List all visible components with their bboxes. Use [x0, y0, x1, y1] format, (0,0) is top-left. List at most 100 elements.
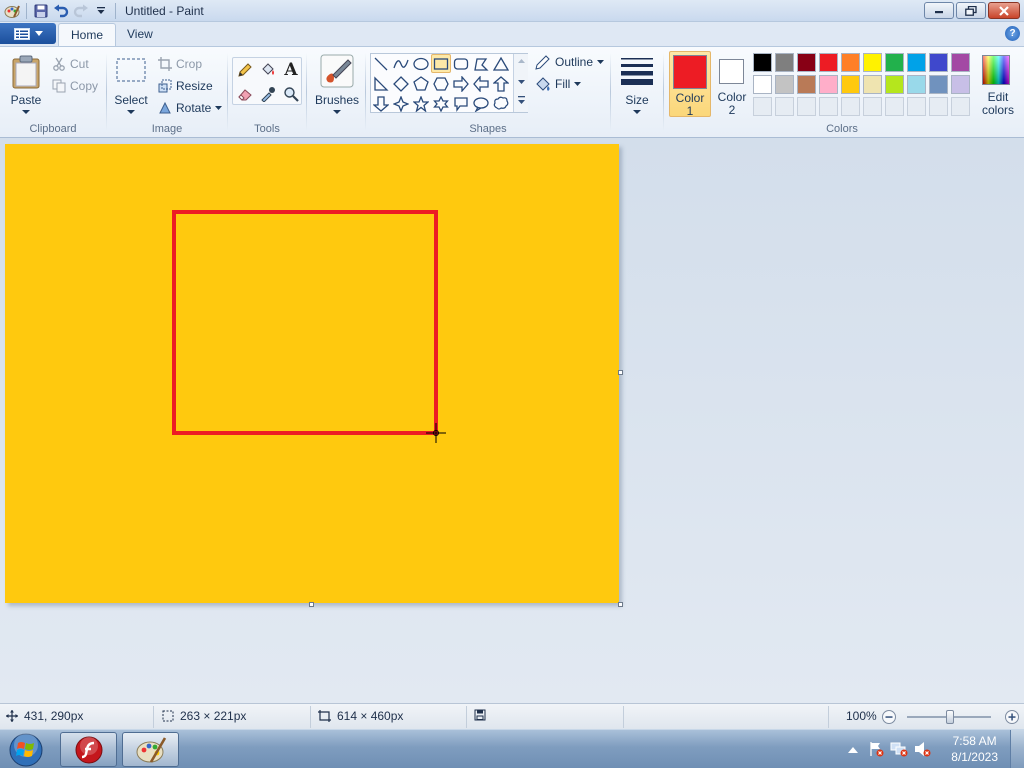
show-hidden-icons-button[interactable]: [848, 743, 858, 757]
clock[interactable]: 7:58 AM 8/1/2023: [951, 733, 998, 765]
volume-icon[interactable]: [914, 741, 932, 760]
taskbar-flash-app[interactable]: [60, 732, 117, 767]
start-button[interactable]: [3, 731, 49, 768]
triangle-shape-icon[interactable]: [491, 54, 511, 73]
left-arrow-shape-icon[interactable]: [471, 74, 491, 93]
color-picker-icon[interactable]: [258, 84, 278, 104]
close-button[interactable]: [988, 2, 1020, 19]
palette-swatch[interactable]: [929, 53, 948, 72]
five-point-star-shape-icon[interactable]: [411, 94, 431, 113]
rounded-callout-shape-icon[interactable]: [451, 94, 471, 113]
up-arrow-shape-icon[interactable]: [491, 74, 511, 93]
curve-shape-icon[interactable]: [391, 54, 411, 73]
palette-swatch[interactable]: [951, 75, 970, 94]
zoom-in-button[interactable]: [1004, 709, 1020, 725]
customize-qat-icon[interactable]: [91, 1, 111, 21]
palette-empty-swatch[interactable]: [841, 97, 860, 116]
zoom-out-button[interactable]: [881, 709, 897, 725]
polygon-shape-icon[interactable]: [471, 54, 491, 73]
pencil-icon[interactable]: [235, 60, 255, 80]
palette-swatch[interactable]: [753, 53, 772, 72]
fill-dropdown[interactable]: Fill: [535, 76, 582, 92]
cloud-callout-shape-icon[interactable]: [491, 94, 511, 113]
rounded-rectangle-shape-icon[interactable]: [451, 54, 471, 73]
fill-bucket-icon[interactable]: [258, 60, 278, 80]
palette-swatch[interactable]: [841, 53, 860, 72]
show-desktop-button[interactable]: [1010, 730, 1024, 768]
drawing-canvas[interactable]: [5, 144, 619, 603]
oval-shape-icon[interactable]: [411, 54, 431, 73]
palette-swatch[interactable]: [797, 75, 816, 94]
line-shape-icon[interactable]: [371, 54, 391, 73]
oval-callout-shape-icon[interactable]: [471, 94, 491, 113]
palette-swatch[interactable]: [797, 53, 816, 72]
hexagon-shape-icon[interactable]: [431, 74, 451, 93]
right-arrow-shape-icon[interactable]: [451, 74, 471, 93]
cut-button[interactable]: Cut: [52, 57, 89, 71]
palette-empty-swatch[interactable]: [929, 97, 948, 116]
palette-swatch[interactable]: [929, 75, 948, 94]
down-arrow-shape-icon[interactable]: [371, 94, 391, 113]
palette-empty-swatch[interactable]: [907, 97, 926, 116]
resize-handle-corner[interactable]: [618, 602, 623, 607]
palette-swatch[interactable]: [885, 53, 904, 72]
resize-button[interactable]: Resize: [158, 79, 213, 93]
right-triangle-shape-icon[interactable]: [371, 74, 391, 93]
palette-empty-swatch[interactable]: [885, 97, 904, 116]
color2-button[interactable]: Color 2: [714, 51, 750, 117]
copy-button[interactable]: Copy: [52, 79, 98, 93]
undo-icon[interactable]: [51, 1, 71, 21]
resize-handle-right[interactable]: [618, 370, 623, 375]
save-icon[interactable]: [31, 1, 51, 21]
select-button[interactable]: Select: [111, 53, 151, 115]
palette-swatch[interactable]: [885, 75, 904, 94]
taskbar-paint-app[interactable]: [122, 732, 179, 767]
shapes-scrollbar[interactable]: [513, 54, 528, 112]
redo-icon[interactable]: [71, 1, 91, 21]
crop-button[interactable]: Crop: [158, 57, 202, 71]
magnifier-icon[interactable]: [281, 84, 301, 104]
four-point-star-shape-icon[interactable]: [391, 94, 411, 113]
palette-empty-swatch[interactable]: [753, 97, 772, 116]
palette-swatch[interactable]: [863, 53, 882, 72]
palette-swatch[interactable]: [775, 75, 794, 94]
paint-app-icon[interactable]: [2, 1, 22, 21]
edit-colors-button[interactable]: Edit colors: [976, 51, 1020, 117]
network-icon[interactable]: [890, 741, 908, 760]
rectangle-shape-icon[interactable]: [431, 54, 451, 73]
tab-view[interactable]: View: [115, 23, 165, 46]
six-point-star-shape-icon[interactable]: [431, 94, 451, 113]
palette-swatch[interactable]: [819, 75, 838, 94]
zoom-slider-thumb[interactable]: [946, 710, 954, 724]
eraser-icon[interactable]: [235, 84, 255, 104]
palette-swatch[interactable]: [907, 53, 926, 72]
color1-button[interactable]: Color 1: [669, 51, 711, 118]
resize-handle-bottom[interactable]: [309, 602, 314, 607]
tab-home[interactable]: Home: [58, 23, 117, 46]
rotate-button[interactable]: Rotate: [158, 101, 223, 115]
maximize-button[interactable]: [956, 2, 986, 19]
palette-swatch[interactable]: [863, 75, 882, 94]
palette-empty-swatch[interactable]: [775, 97, 794, 116]
palette-swatch[interactable]: [775, 53, 794, 72]
palette-swatch[interactable]: [819, 53, 838, 72]
palette-swatch[interactable]: [753, 75, 772, 94]
palette-empty-swatch[interactable]: [797, 97, 816, 116]
palette-empty-swatch[interactable]: [951, 97, 970, 116]
minimize-button[interactable]: [924, 2, 954, 19]
action-center-icon[interactable]: [868, 741, 884, 760]
palette-swatch[interactable]: [907, 75, 926, 94]
pentagon-shape-icon[interactable]: [411, 74, 431, 93]
paste-button[interactable]: Paste: [6, 53, 46, 115]
palette-swatch[interactable]: [951, 53, 970, 72]
palette-empty-swatch[interactable]: [863, 97, 882, 116]
outline-dropdown[interactable]: Outline: [535, 54, 605, 70]
paint-menu-button[interactable]: [0, 23, 56, 44]
palette-swatch[interactable]: [841, 75, 860, 94]
diamond-shape-icon[interactable]: [391, 74, 411, 93]
palette-empty-swatch[interactable]: [819, 97, 838, 116]
help-icon[interactable]: ?: [1005, 26, 1020, 41]
size-button[interactable]: Size: [615, 53, 659, 115]
text-tool-icon[interactable]: A: [281, 60, 301, 80]
brushes-button[interactable]: Brushes: [311, 53, 363, 115]
